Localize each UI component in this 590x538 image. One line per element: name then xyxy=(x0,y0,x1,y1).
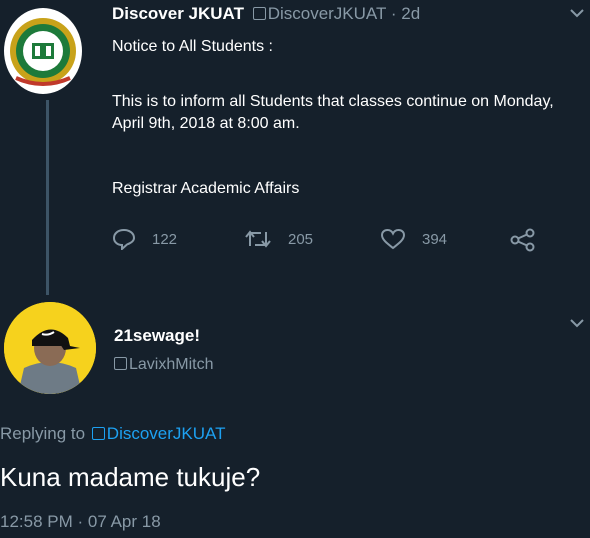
reply-author-handle[interactable]: LavixhMitch xyxy=(129,356,213,373)
thread-connector-line xyxy=(46,100,49,295)
replying-to-handle[interactable]: DiscoverJKUAT xyxy=(107,424,226,443)
retweet-count: 205 xyxy=(288,230,314,248)
reply-text: Kuna madame tukuje? xyxy=(0,462,261,492)
jkuat-logo-icon xyxy=(7,15,79,87)
reply-icon xyxy=(112,228,136,250)
like-button[interactable]: 394 xyxy=(380,228,447,250)
replying-to-handle-link[interactable]: DiscoverJKUAT xyxy=(90,424,226,443)
verified-icon xyxy=(252,7,266,20)
retweet-icon xyxy=(245,230,271,248)
reply-author-handle-row: LavixhMitch xyxy=(114,356,213,374)
author-display-name[interactable]: Discover JKUAT xyxy=(112,4,244,23)
reply-author-avatar[interactable] xyxy=(4,302,96,394)
verified-icon xyxy=(91,427,105,440)
retweet-button[interactable]: 205 xyxy=(244,228,313,250)
tweet-notice-line: Notice to All Students : xyxy=(112,38,273,55)
reply-count: 122 xyxy=(152,230,178,248)
reply-button[interactable]: 122 xyxy=(112,228,177,250)
like-icon xyxy=(380,228,406,250)
like-count: 394 xyxy=(422,230,448,248)
chevron-down-icon[interactable] xyxy=(570,8,584,18)
replying-to-line: Replying to DiscoverJKUAT xyxy=(0,424,226,444)
chevron-down-icon[interactable] xyxy=(570,318,584,328)
share-icon xyxy=(510,228,535,252)
tweet-body-text: This is to inform all Students that clas… xyxy=(112,93,554,132)
reply-timestamp[interactable]: 12:58 PM · 07 Apr 18 xyxy=(0,512,161,532)
author-handle[interactable]: DiscoverJKUAT xyxy=(268,4,386,23)
tweet-actions: 122 205 394 xyxy=(112,228,562,252)
tweet-time[interactable]: 2d xyxy=(401,4,420,23)
person-avatar-icon xyxy=(4,302,96,394)
discover-jkuat-avatar[interactable] xyxy=(4,8,82,94)
share-button[interactable] xyxy=(510,228,552,252)
tweet-header: Discover JKUAT DiscoverJKUAT · 2d xyxy=(112,4,420,24)
header-separator: · xyxy=(390,4,397,23)
replying-to-prefix: Replying to xyxy=(0,424,86,443)
reply-author-display-name[interactable]: 21sewage! xyxy=(114,326,200,346)
verified-icon xyxy=(114,357,127,370)
tweet-signature: Registrar Academic Affairs xyxy=(112,180,300,197)
